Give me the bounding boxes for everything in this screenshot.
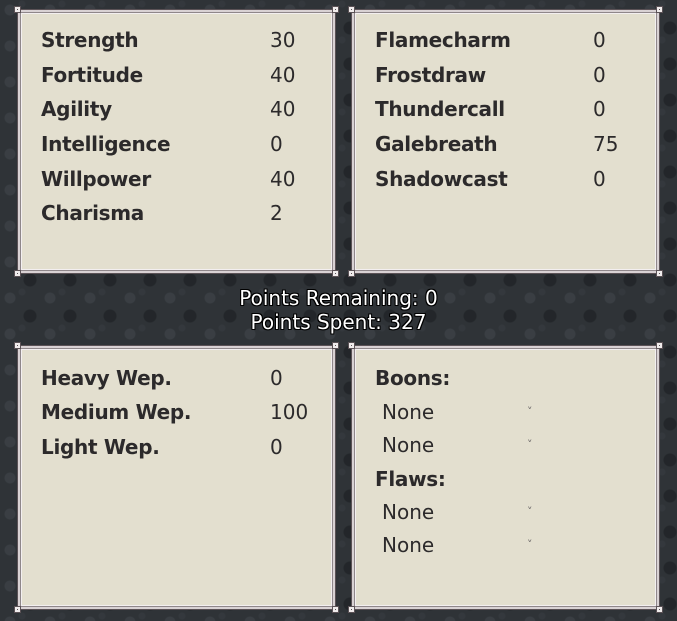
stat-value: 0 — [593, 63, 606, 87]
stat-value: 0 — [593, 97, 606, 121]
flaws-label: Flaws: — [375, 467, 446, 491]
corner-ornament — [332, 342, 339, 349]
stat-row-agility: Agility 40 — [41, 94, 321, 124]
stat-label: Fortitude — [41, 63, 143, 87]
stat-row-willpower: Willpower 40 — [41, 164, 321, 194]
corner-ornament — [14, 342, 21, 349]
stat-label: Strength — [41, 28, 139, 52]
corner-ornament — [348, 606, 355, 613]
stat-row-flamecharm: Flamecharm 0 — [375, 25, 655, 55]
corner-ornament — [348, 270, 355, 277]
stat-value: 0 — [270, 132, 283, 156]
magic-panel: Flamecharm 0 Frostdraw 0 Thundercall 0 G… — [348, 6, 663, 277]
chevron-down-icon: ˅ — [527, 438, 533, 451]
boon-dropdown-2[interactable]: None ˅ — [382, 430, 542, 460]
corner-ornament — [332, 606, 339, 613]
stat-row-strength: Strength 30 — [41, 25, 321, 55]
stat-value: 2 — [270, 201, 283, 225]
flaw-dropdown-1[interactable]: None ˅ — [382, 497, 542, 527]
chevron-down-icon: ˅ — [527, 538, 533, 551]
stat-row-charisma: Charisma 2 — [41, 198, 321, 228]
corner-ornament — [332, 270, 339, 277]
weapons-panel: Heavy Wep. 0 Medium Wep. 100 Light Wep. … — [14, 342, 339, 613]
dropdown-value: None — [382, 500, 435, 524]
stat-row-frostdraw: Frostdraw 0 — [375, 60, 655, 90]
traits-panel: Boons: None ˅ None ˅ Flaws: None ˅ None … — [348, 342, 663, 613]
dropdown-value: None — [382, 400, 435, 424]
boon-dropdown-1[interactable]: None ˅ — [382, 397, 542, 427]
stat-value: 0 — [593, 28, 606, 52]
stat-value: 100 — [270, 400, 309, 424]
stat-row-fortitude: Fortitude 40 — [41, 60, 321, 90]
stat-label: Intelligence — [41, 132, 171, 156]
stat-value: 0 — [270, 435, 283, 459]
corner-ornament — [656, 342, 663, 349]
stat-label: Heavy Wep. — [41, 366, 172, 390]
stat-value: 0 — [593, 167, 606, 191]
stat-label: Charisma — [41, 201, 144, 225]
stat-label: Frostdraw — [375, 63, 486, 87]
stat-label: Medium Wep. — [41, 400, 192, 424]
stat-value: 0 — [270, 366, 283, 390]
corner-ornament — [656, 270, 663, 277]
dropdown-value: None — [382, 533, 435, 557]
stat-row-heavy-weapon: Heavy Wep. 0 — [41, 363, 321, 393]
stat-value: 40 — [270, 167, 296, 191]
chevron-down-icon: ˅ — [527, 505, 533, 518]
stat-label: Galebreath — [375, 132, 498, 156]
points-spent: Points Spent: 327 — [250, 310, 427, 334]
corner-ornament — [348, 6, 355, 13]
attributes-panel: Strength 30 Fortitude 40 Agility 40 Inte… — [14, 6, 339, 277]
stat-row-galebreath: Galebreath 75 — [375, 129, 655, 159]
stat-value: 40 — [270, 97, 296, 121]
corner-ornament — [14, 6, 21, 13]
stat-label: Thundercall — [375, 97, 505, 121]
points-remaining: Points Remaining: 0 — [239, 286, 438, 310]
stat-value: 30 — [270, 28, 296, 52]
stat-row-intelligence: Intelligence 0 — [41, 129, 321, 159]
chevron-down-icon: ˅ — [527, 405, 533, 418]
stat-value: 75 — [593, 132, 619, 156]
stat-label: Shadowcast — [375, 167, 508, 191]
corner-ornament — [656, 606, 663, 613]
stat-row-shadowcast: Shadowcast 0 — [375, 164, 655, 194]
corner-ornament — [14, 606, 21, 613]
stat-label: Flamecharm — [375, 28, 511, 52]
stat-row-light-weapon: Light Wep. 0 — [41, 432, 321, 462]
dropdown-value: None — [382, 433, 435, 457]
corner-ornament — [348, 342, 355, 349]
stat-label: Willpower — [41, 167, 151, 191]
stat-row-thundercall: Thundercall 0 — [375, 94, 655, 124]
stat-row-medium-weapon: Medium Wep. 100 — [41, 397, 321, 427]
corner-ornament — [332, 6, 339, 13]
boons-label: Boons: — [375, 366, 451, 390]
flaw-dropdown-2[interactable]: None ˅ — [382, 530, 542, 560]
stat-value: 40 — [270, 63, 296, 87]
corner-ornament — [656, 6, 663, 13]
corner-ornament — [14, 270, 21, 277]
stat-label: Agility — [41, 97, 112, 121]
stat-label: Light Wep. — [41, 435, 160, 459]
